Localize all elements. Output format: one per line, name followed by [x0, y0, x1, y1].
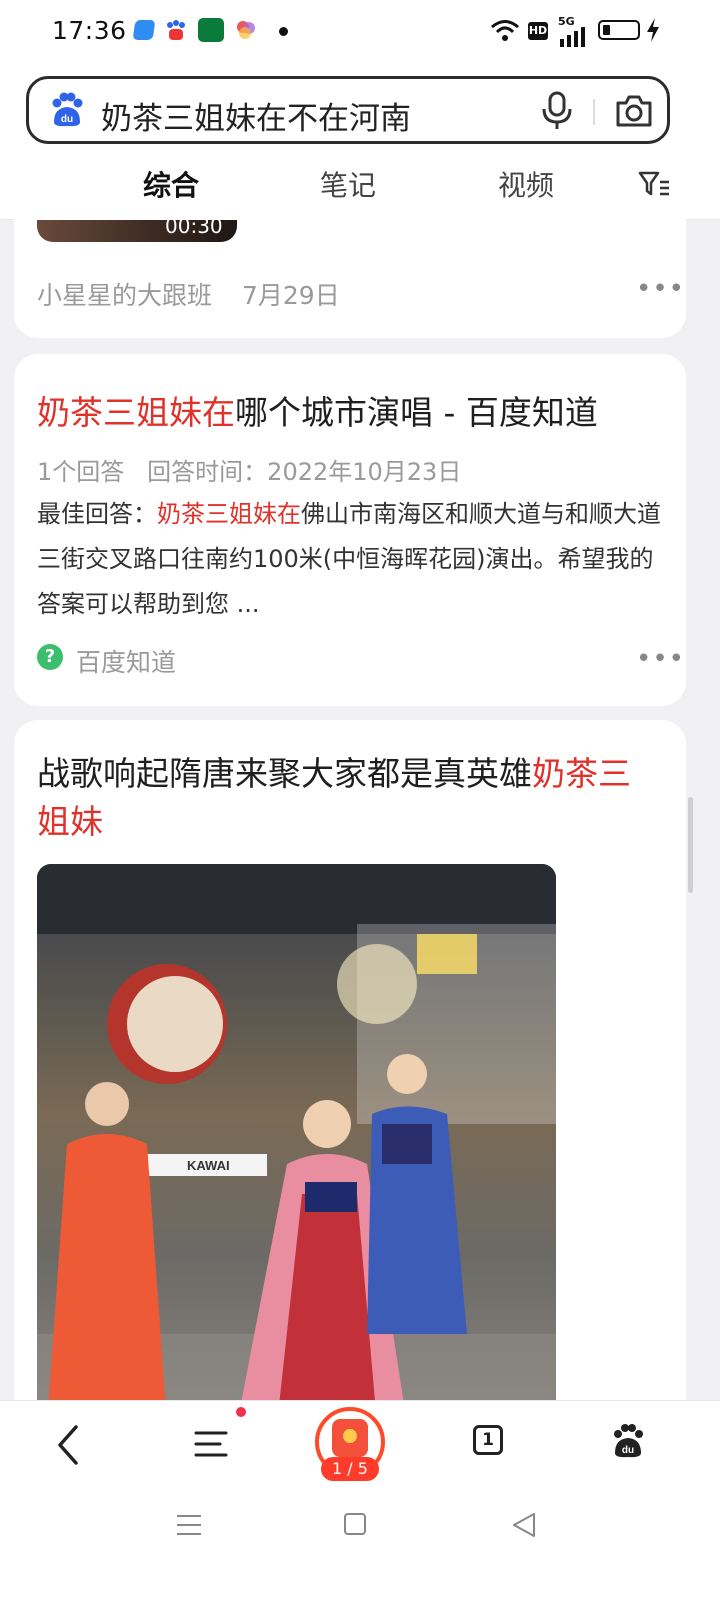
tab-notes[interactable]: 笔记 [320, 164, 376, 204]
cell-signal-icon: 5G [558, 16, 588, 51]
zhidao-result-card[interactable]: 奶茶三姐妹在哪个城市演唱 - 百度知道 1个回答 回答时间：2022年10月23… [14, 354, 686, 706]
red-packet-task-button[interactable]: 1 / 5 [315, 1407, 385, 1481]
video-cover-image[interactable]: KAWAI [37, 864, 556, 1424]
baidu-home-icon[interactable]: du [610, 1423, 646, 1463]
network-type-label: 5G [558, 15, 575, 28]
hd-badge: HD [528, 22, 548, 40]
result-source[interactable]: 百度知道 [76, 643, 176, 679]
camera-search-icon[interactable] [615, 93, 653, 133]
recent-apps-icon[interactable] [176, 1514, 202, 1540]
answer-prefix: 最佳回答： [37, 500, 157, 528]
tabs-count-button[interactable]: 1 [473, 1425, 503, 1455]
baidu-notification-icon [164, 18, 188, 46]
more-options-icon[interactable]: ••• [636, 274, 685, 304]
video-thumbnail[interactable]: 00:30 [37, 220, 237, 242]
title-text: 战歌响起隋唐来聚大家都是真英雄 [37, 754, 532, 793]
bottom-navigation: 1 / 5 1 du [0, 1400, 720, 1493]
wifi-icon [490, 18, 520, 46]
answer-snippet: 最佳回答：奶茶三姐妹在佛山市南海区和顺大道与和顺大道三街交叉路口往南约100米(… [37, 492, 665, 627]
video-duration: 00:30 [165, 220, 223, 238]
result-title[interactable]: 奶茶三姐妹在哪个城市演唱 - 百度知道 [37, 386, 598, 434]
clock: 17:36 [52, 16, 127, 45]
answer-meta: 1个回答 回答时间：2022年10月23日 [37, 452, 461, 487]
keyboard-brand-label: KAWAI [187, 1158, 230, 1173]
divider [593, 99, 595, 125]
voice-search-icon[interactable] [539, 91, 575, 135]
video-result-card[interactable]: 00:30 小星星的大跟班 7月29日 ••• [14, 200, 686, 338]
status-bar: 17:36 HD 5G [0, 0, 720, 64]
search-box[interactable]: du 奶茶三姐妹在不在河南 [26, 76, 670, 144]
back-icon[interactable] [56, 1425, 80, 1469]
app-notification-icon-green [198, 18, 224, 42]
result-date: 7月29日 [242, 281, 340, 310]
more-options-icon[interactable]: ••• [636, 644, 685, 674]
app-notification-icon [132, 20, 156, 40]
result-title[interactable]: 战歌响起隋唐来聚大家都是真英雄奶茶三姐妹 [37, 750, 647, 846]
charging-icon [646, 18, 660, 46]
filter-icon[interactable] [638, 170, 670, 202]
result-author[interactable]: 小星星的大跟班 [37, 276, 212, 312]
svg-text:du: du [61, 114, 73, 125]
video-result-card-2[interactable]: 战歌响起隋唐来聚大家都是真英雄奶茶三姐妹 KAWAI [14, 720, 686, 1424]
system-navigation-bar [0, 1492, 720, 1612]
red-packet-icon [332, 1419, 368, 1457]
zhidao-source-icon: ? [37, 644, 63, 670]
search-input[interactable]: 奶茶三姐妹在不在河南 [101, 93, 411, 138]
answer-time: 回答时间：2022年10月23日 [147, 458, 462, 486]
more-notifications-dot [279, 27, 288, 36]
tab-comprehensive[interactable]: 综合 [143, 164, 199, 204]
menu-icon[interactable] [194, 1407, 246, 1463]
home-icon[interactable] [344, 1513, 366, 1535]
notification-dot [236, 1407, 246, 1417]
tab-video[interactable]: 视频 [498, 164, 554, 204]
answer-count: 1个回答 [37, 458, 125, 486]
svg-text:du: du [622, 1445, 634, 1456]
task-progress-badge: 1 / 5 [321, 1457, 379, 1481]
baidu-paw-icon: du [49, 92, 85, 132]
scrollbar-thumb[interactable] [688, 797, 693, 893]
title-text: 哪个城市演唱 - 百度知道 [235, 393, 598, 432]
title-highlight: 奶茶三姐妹在 [37, 393, 235, 432]
system-back-icon[interactable] [512, 1512, 536, 1542]
battery-icon [598, 20, 640, 40]
app-notification-icon-color [236, 20, 256, 44]
answer-highlight: 奶茶三姐妹在 [157, 500, 301, 528]
